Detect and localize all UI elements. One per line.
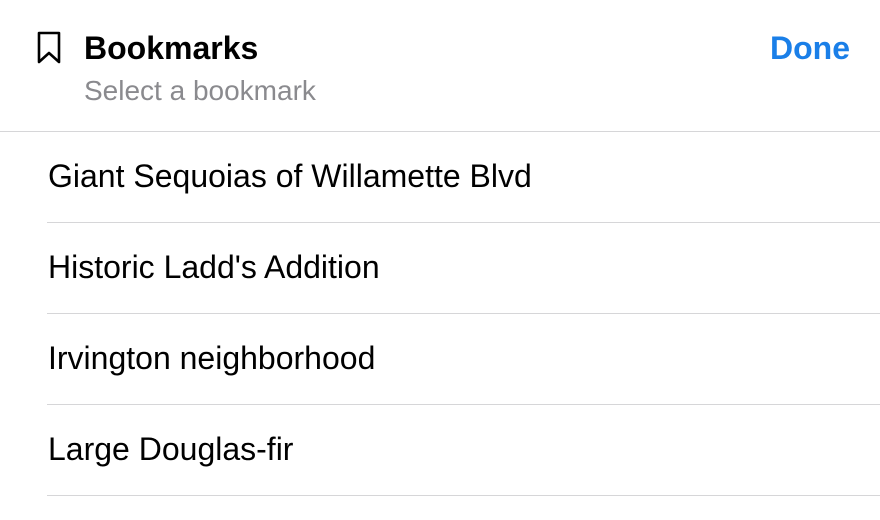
done-button[interactable]: Done <box>770 28 850 68</box>
list-item[interactable]: Historic Ladd's Addition <box>47 223 880 314</box>
list-item[interactable]: Large Douglas-fir <box>47 405 880 496</box>
sheet-subtitle: Select a bookmark <box>84 75 316 106</box>
list-item[interactable]: Giant Sequoias of Willamette Blvd <box>47 132 880 223</box>
bookmark-label: Large Douglas-fir <box>48 431 294 467</box>
sheet-header: Bookmarks Select a bookmark Done <box>0 0 880 132</box>
bookmarks-sheet: Bookmarks Select a bookmark Done Giant S… <box>0 0 880 520</box>
bookmark-list: Giant Sequoias of Willamette Blvd Histor… <box>0 132 880 496</box>
bookmark-label: Irvington neighborhood <box>48 340 376 376</box>
bookmark-icon <box>36 31 62 65</box>
list-item[interactable]: Irvington neighborhood <box>47 314 880 405</box>
sheet-title: Bookmarks <box>84 30 259 66</box>
bookmark-label: Giant Sequoias of Willamette Blvd <box>48 158 532 194</box>
bookmark-label: Historic Ladd's Addition <box>48 249 380 285</box>
